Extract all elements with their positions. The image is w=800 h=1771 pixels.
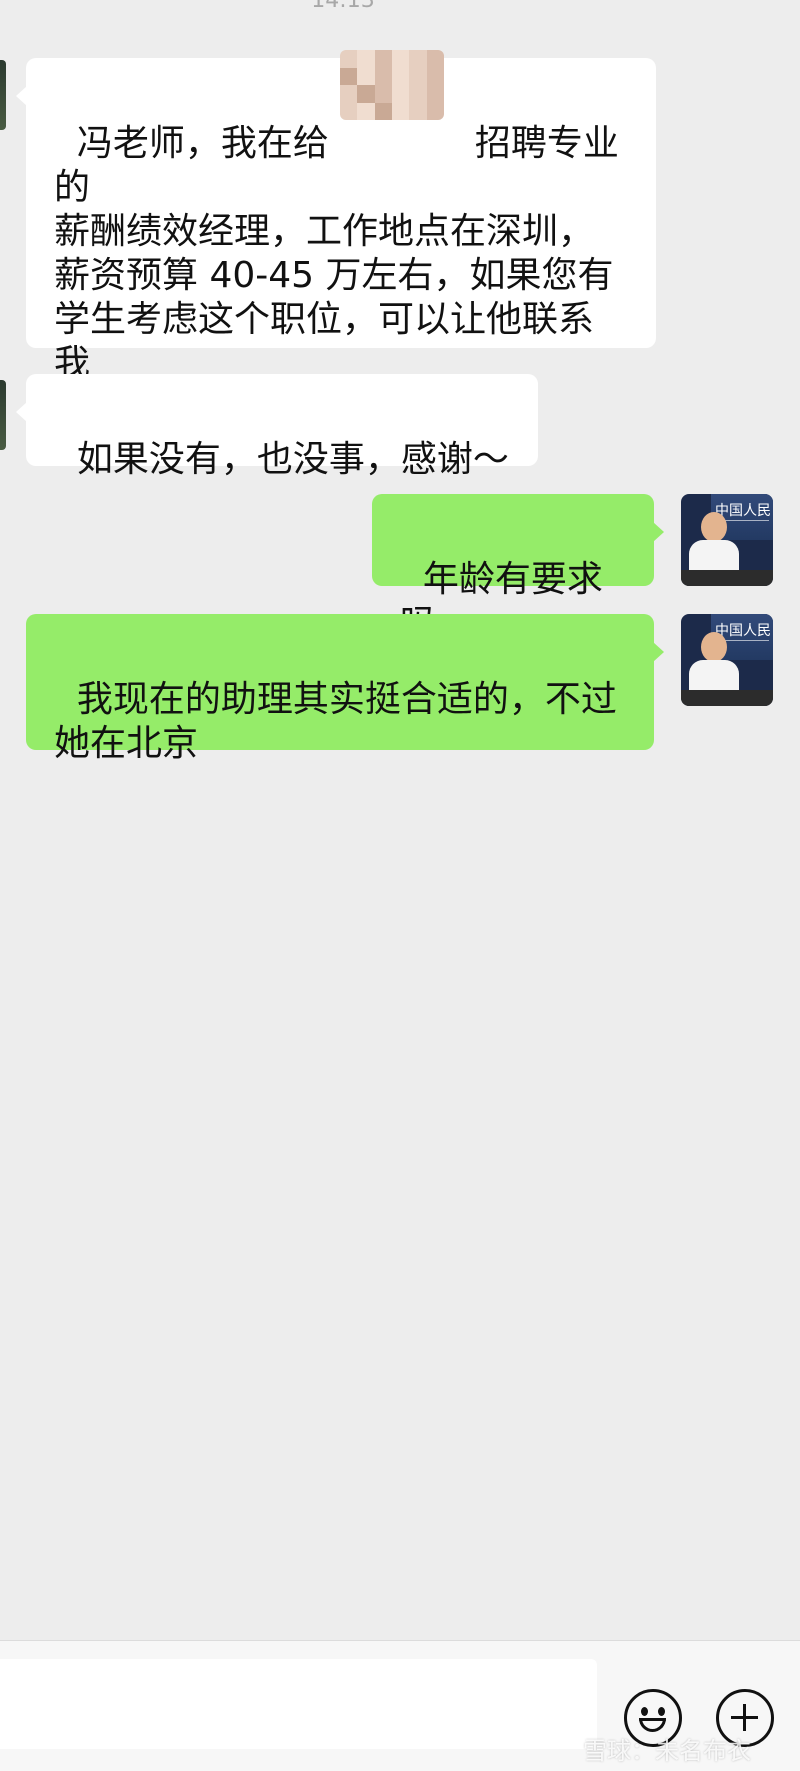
bubble-tail bbox=[653, 522, 664, 542]
avatar-desk bbox=[681, 690, 773, 706]
message-bubble-outgoing[interactable]: 年龄有要求吗 bbox=[372, 494, 664, 644]
message-text: 如果没有，也没事，感谢～ bbox=[76, 439, 509, 480]
message-input[interactable] bbox=[0, 1659, 597, 1749]
watermark: 雪球：未名布衣 bbox=[583, 1737, 751, 1765]
avatar-head bbox=[701, 512, 727, 542]
avatar-desk bbox=[681, 570, 773, 586]
user-avatar[interactable]: 中国人民 bbox=[681, 494, 773, 586]
avatar-head bbox=[701, 632, 727, 662]
message-text: 我现在的助理其实挺合适的，不过 她在北京 bbox=[54, 679, 617, 764]
bubble-tail bbox=[16, 402, 27, 422]
timestamp: 14:13 bbox=[311, 0, 375, 13]
smiley-icon bbox=[641, 1707, 648, 1716]
message-bubble-outgoing[interactable]: 我现在的助理其实挺合适的，不过 她在北京 bbox=[26, 614, 664, 764]
bubble-tail bbox=[16, 86, 27, 106]
message-bubble-incoming[interactable]: 如果没有，也没事，感谢～ bbox=[16, 374, 538, 480]
contact-avatar-edge[interactable] bbox=[0, 60, 6, 130]
message-text: 冯老师，我在给 bbox=[76, 123, 329, 164]
plus-icon-vertical bbox=[742, 1704, 746, 1731]
contact-avatar-edge[interactable] bbox=[0, 380, 6, 450]
bubble-tail bbox=[653, 642, 664, 662]
smiley-icon-mouth bbox=[639, 1718, 666, 1732]
user-avatar[interactable]: 中国人民 bbox=[681, 614, 773, 706]
smiley-icon-eye bbox=[658, 1707, 665, 1716]
redaction-mosaic bbox=[340, 50, 444, 120]
